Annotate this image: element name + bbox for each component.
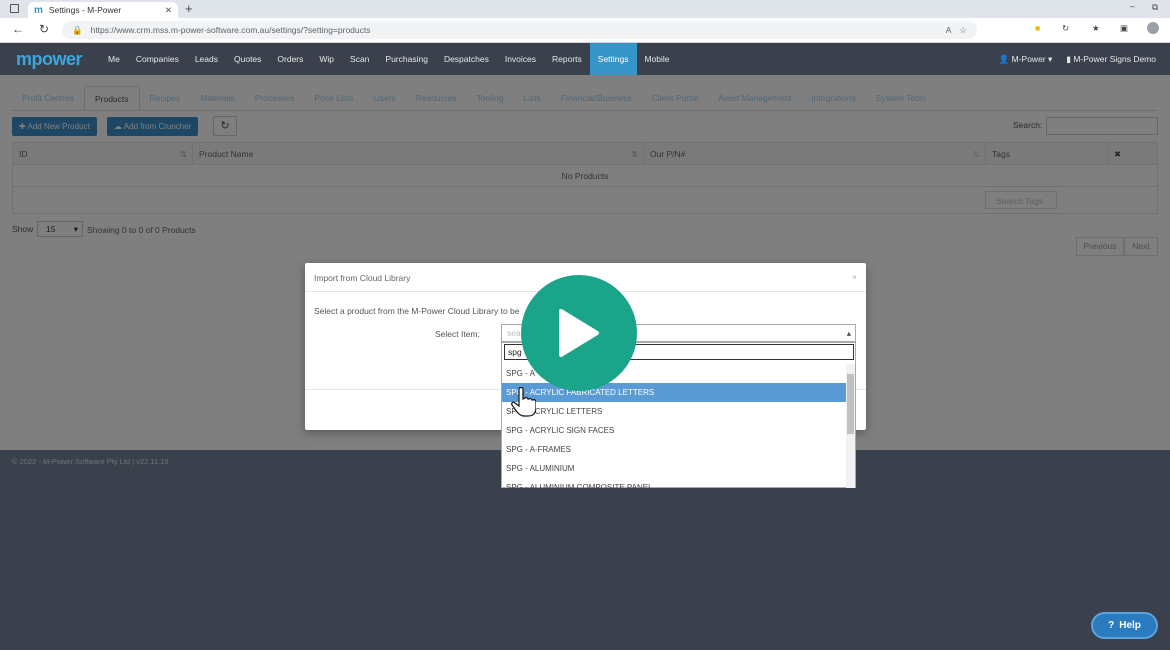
- nav-item-me[interactable]: Me: [100, 43, 128, 75]
- select-option[interactable]: SPG - ALUMINIUM: [502, 459, 846, 478]
- nav-right: 👤 M-Power ▾ ▮ M-Power Signs Demo: [999, 54, 1170, 65]
- read-aloud-icon[interactable]: A: [946, 25, 952, 35]
- tab-title: Settings - M-Power: [48, 5, 122, 15]
- nav-item-leads[interactable]: Leads: [187, 43, 226, 75]
- app-nav: mpower Me Companies Leads Quotes Orders Wip Sc…: [0, 43, 1170, 75]
- nav-item-invoices[interactable]: Invoices: [497, 43, 544, 75]
- select-option[interactable]: SPG - ACRYLIC FABRICATED LETTERS: [502, 383, 846, 402]
- tab-actions-icon[interactable]: [10, 4, 19, 13]
- video-play-button[interactable]: [521, 275, 637, 391]
- favorite-icon[interactable]: ☆: [959, 25, 967, 36]
- collections-icon[interactable]: ▣: [1120, 23, 1128, 34]
- nav-item-settings[interactable]: Settings: [589, 43, 637, 75]
- scrollbar-thumb[interactable]: [847, 374, 854, 434]
- nav-item-companies[interactable]: Companies: [128, 43, 187, 75]
- user-name: M-Power: [1011, 53, 1046, 64]
- help-button[interactable]: ? Help: [1091, 612, 1158, 639]
- new-tab-icon[interactable]: +: [185, 1, 193, 16]
- site-favicon-icon: m: [34, 4, 43, 16]
- scrollbar[interactable]: [846, 364, 855, 488]
- restore-window-icon[interactable]: ⧉: [1152, 2, 1158, 13]
- nav-item-orders[interactable]: Orders: [269, 43, 311, 75]
- browser-tab[interactable]: m Settings - M-Power ✕: [28, 2, 178, 18]
- extension-icon[interactable]: ■: [1035, 23, 1040, 33]
- favorites-bar-icon[interactable]: ★: [1092, 23, 1100, 34]
- select-option[interactable]: SPG - ALUMINIUM COMPOSITE PANEL: [502, 478, 846, 488]
- url-text: https://www.crm.mss.m-power-software.com…: [90, 25, 371, 35]
- modal-title: Import from Cloud Library: [314, 273, 411, 283]
- nav-item-quotes[interactable]: Quotes: [226, 43, 269, 75]
- sync-icon[interactable]: ↻: [1062, 23, 1069, 34]
- nav-item-despatches[interactable]: Despatches: [436, 43, 497, 75]
- company-name: M-Power Signs Demo: [1073, 53, 1156, 64]
- help-icon: ?: [1108, 620, 1115, 631]
- profile-avatar[interactable]: [1147, 22, 1159, 34]
- modal-instruction: Select a product from the M-Power Cloud …: [314, 306, 520, 316]
- mpower-logo[interactable]: mpower: [16, 49, 83, 70]
- close-tab-icon[interactable]: ✕: [165, 5, 172, 16]
- nav-item-wip[interactable]: Wip: [311, 43, 342, 75]
- nav-item-scan[interactable]: Scan: [342, 43, 377, 75]
- select-option[interactable]: SPG - A-FRAMES: [502, 440, 846, 459]
- nav-item-reports[interactable]: Reports: [544, 43, 590, 75]
- lock-icon: 🔒: [72, 24, 83, 35]
- main-nav: Me Companies Leads Quotes Orders Wip Scan Purch…: [100, 43, 678, 75]
- play-icon: [559, 309, 599, 357]
- refresh-icon[interactable]: ↻: [39, 22, 49, 36]
- user-menu[interactable]: 👤 M-Power ▾: [999, 54, 1053, 65]
- address-bar: ← ↻ 🔒 https://www.crm.mss.m-power-softwa…: [0, 18, 1170, 43]
- url-field[interactable]: 🔒 https://www.crm.mss.m-power-software.c…: [62, 21, 977, 39]
- select-placeholder: sea: [507, 328, 521, 338]
- chevron-up-icon: ▴: [846, 328, 851, 338]
- minimize-icon[interactable]: –: [1130, 1, 1135, 11]
- select-option[interactable]: SPG - ACRYLIC LETTERS: [502, 402, 846, 421]
- select-option[interactable]: SPG - ACRYLIC SIGN FACES: [502, 421, 846, 440]
- nav-item-purchasing[interactable]: Purchasing: [377, 43, 436, 75]
- hand-cursor-icon: [511, 387, 536, 417]
- company-selector[interactable]: ▮ M-Power Signs Demo: [1066, 54, 1156, 65]
- help-label: Help: [1119, 620, 1141, 631]
- close-icon[interactable]: ×: [852, 272, 857, 282]
- back-icon[interactable]: ←: [12, 22, 24, 36]
- copyright: © 2022 - M-Power Software Pty Ltd | v22.…: [12, 457, 169, 466]
- browser-tab-strip: m Settings - M-Power ✕ + – ⧉: [0, 0, 1170, 18]
- select-item-label: Select Item:: [435, 329, 480, 339]
- nav-item-mobile[interactable]: Mobile: [637, 43, 678, 75]
